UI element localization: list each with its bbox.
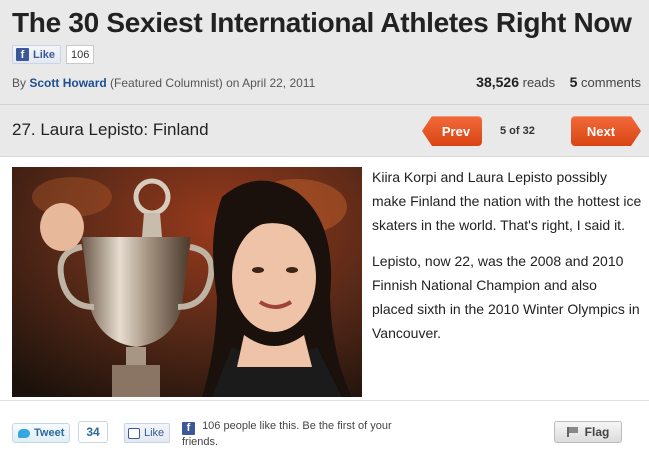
facebook-social-text: f 106 people like this. Be the first of …: [182, 419, 422, 449]
flag-icon: [566, 427, 579, 437]
byline: By Scott Howard (Featured Columnist) on …: [12, 76, 315, 90]
flag-button[interactable]: Flag: [554, 421, 622, 443]
facebook-like-label-bottom: Like: [144, 427, 165, 439]
facebook-like-widget: f Like 106: [12, 45, 95, 64]
prev-button[interactable]: Prev: [422, 116, 482, 146]
thumbs-up-icon: [128, 427, 140, 439]
share-footer: Tweet 34 Like f 106 people like this. Be…: [0, 400, 649, 456]
twitter-bird-icon: [18, 428, 30, 438]
slide-title: 27. Laura Lepisto: Finland: [12, 120, 209, 139]
slide-counter: 5 of 32: [500, 125, 535, 137]
facebook-icon: f: [182, 421, 195, 435]
facebook-like-button-bottom[interactable]: Like: [124, 423, 171, 443]
facebook-like-count: 106: [66, 45, 95, 64]
facebook-social-label: 106 people like this. Be the first of yo…: [182, 420, 392, 448]
article-header: The 30 Sexiest International Athletes Ri…: [0, 0, 649, 114]
comments-label[interactable]: comments: [581, 75, 641, 90]
slide-paragraph: Kiira Korpi and Laura Lepisto possibly m…: [372, 169, 642, 233]
article-title: The 30 Sexiest International Athletes Ri…: [12, 7, 632, 38]
byline-prefix: By: [12, 76, 27, 90]
slide-photo: [12, 167, 362, 397]
slide-content: Kiira Korpi and Laura Lepisto possibly m…: [0, 156, 649, 400]
tweet-button[interactable]: Tweet: [12, 423, 71, 443]
facebook-like-label: Like: [33, 48, 56, 61]
slide-body-text: Kiira Korpi and Laura Lepisto possibly m…: [372, 165, 642, 357]
reads-count: 38,526: [476, 74, 519, 90]
next-button[interactable]: Next: [571, 116, 641, 146]
facebook-icon: f: [16, 48, 29, 61]
comments-count[interactable]: 5: [570, 74, 578, 90]
slide-navigation-bar: 27. Laura Lepisto: Finland Prev 5 of 32 …: [0, 104, 649, 156]
reads-label: reads: [522, 75, 556, 90]
facebook-like-button[interactable]: f Like: [12, 45, 62, 64]
article-stats: 38,526 reads 5 comments: [476, 74, 641, 90]
slide-paragraph: Lepisto, now 22, was the 2008 and 2010 F…: [372, 253, 640, 341]
author-role-date: (Featured Columnist) on April 22, 2011: [110, 76, 316, 90]
tweet-count: 34: [78, 421, 108, 443]
tweet-label: Tweet: [34, 427, 65, 439]
flag-label: Flag: [584, 425, 610, 439]
author-link[interactable]: Scott Howard: [29, 76, 106, 90]
athlete-with-trophy-image: [12, 167, 362, 397]
